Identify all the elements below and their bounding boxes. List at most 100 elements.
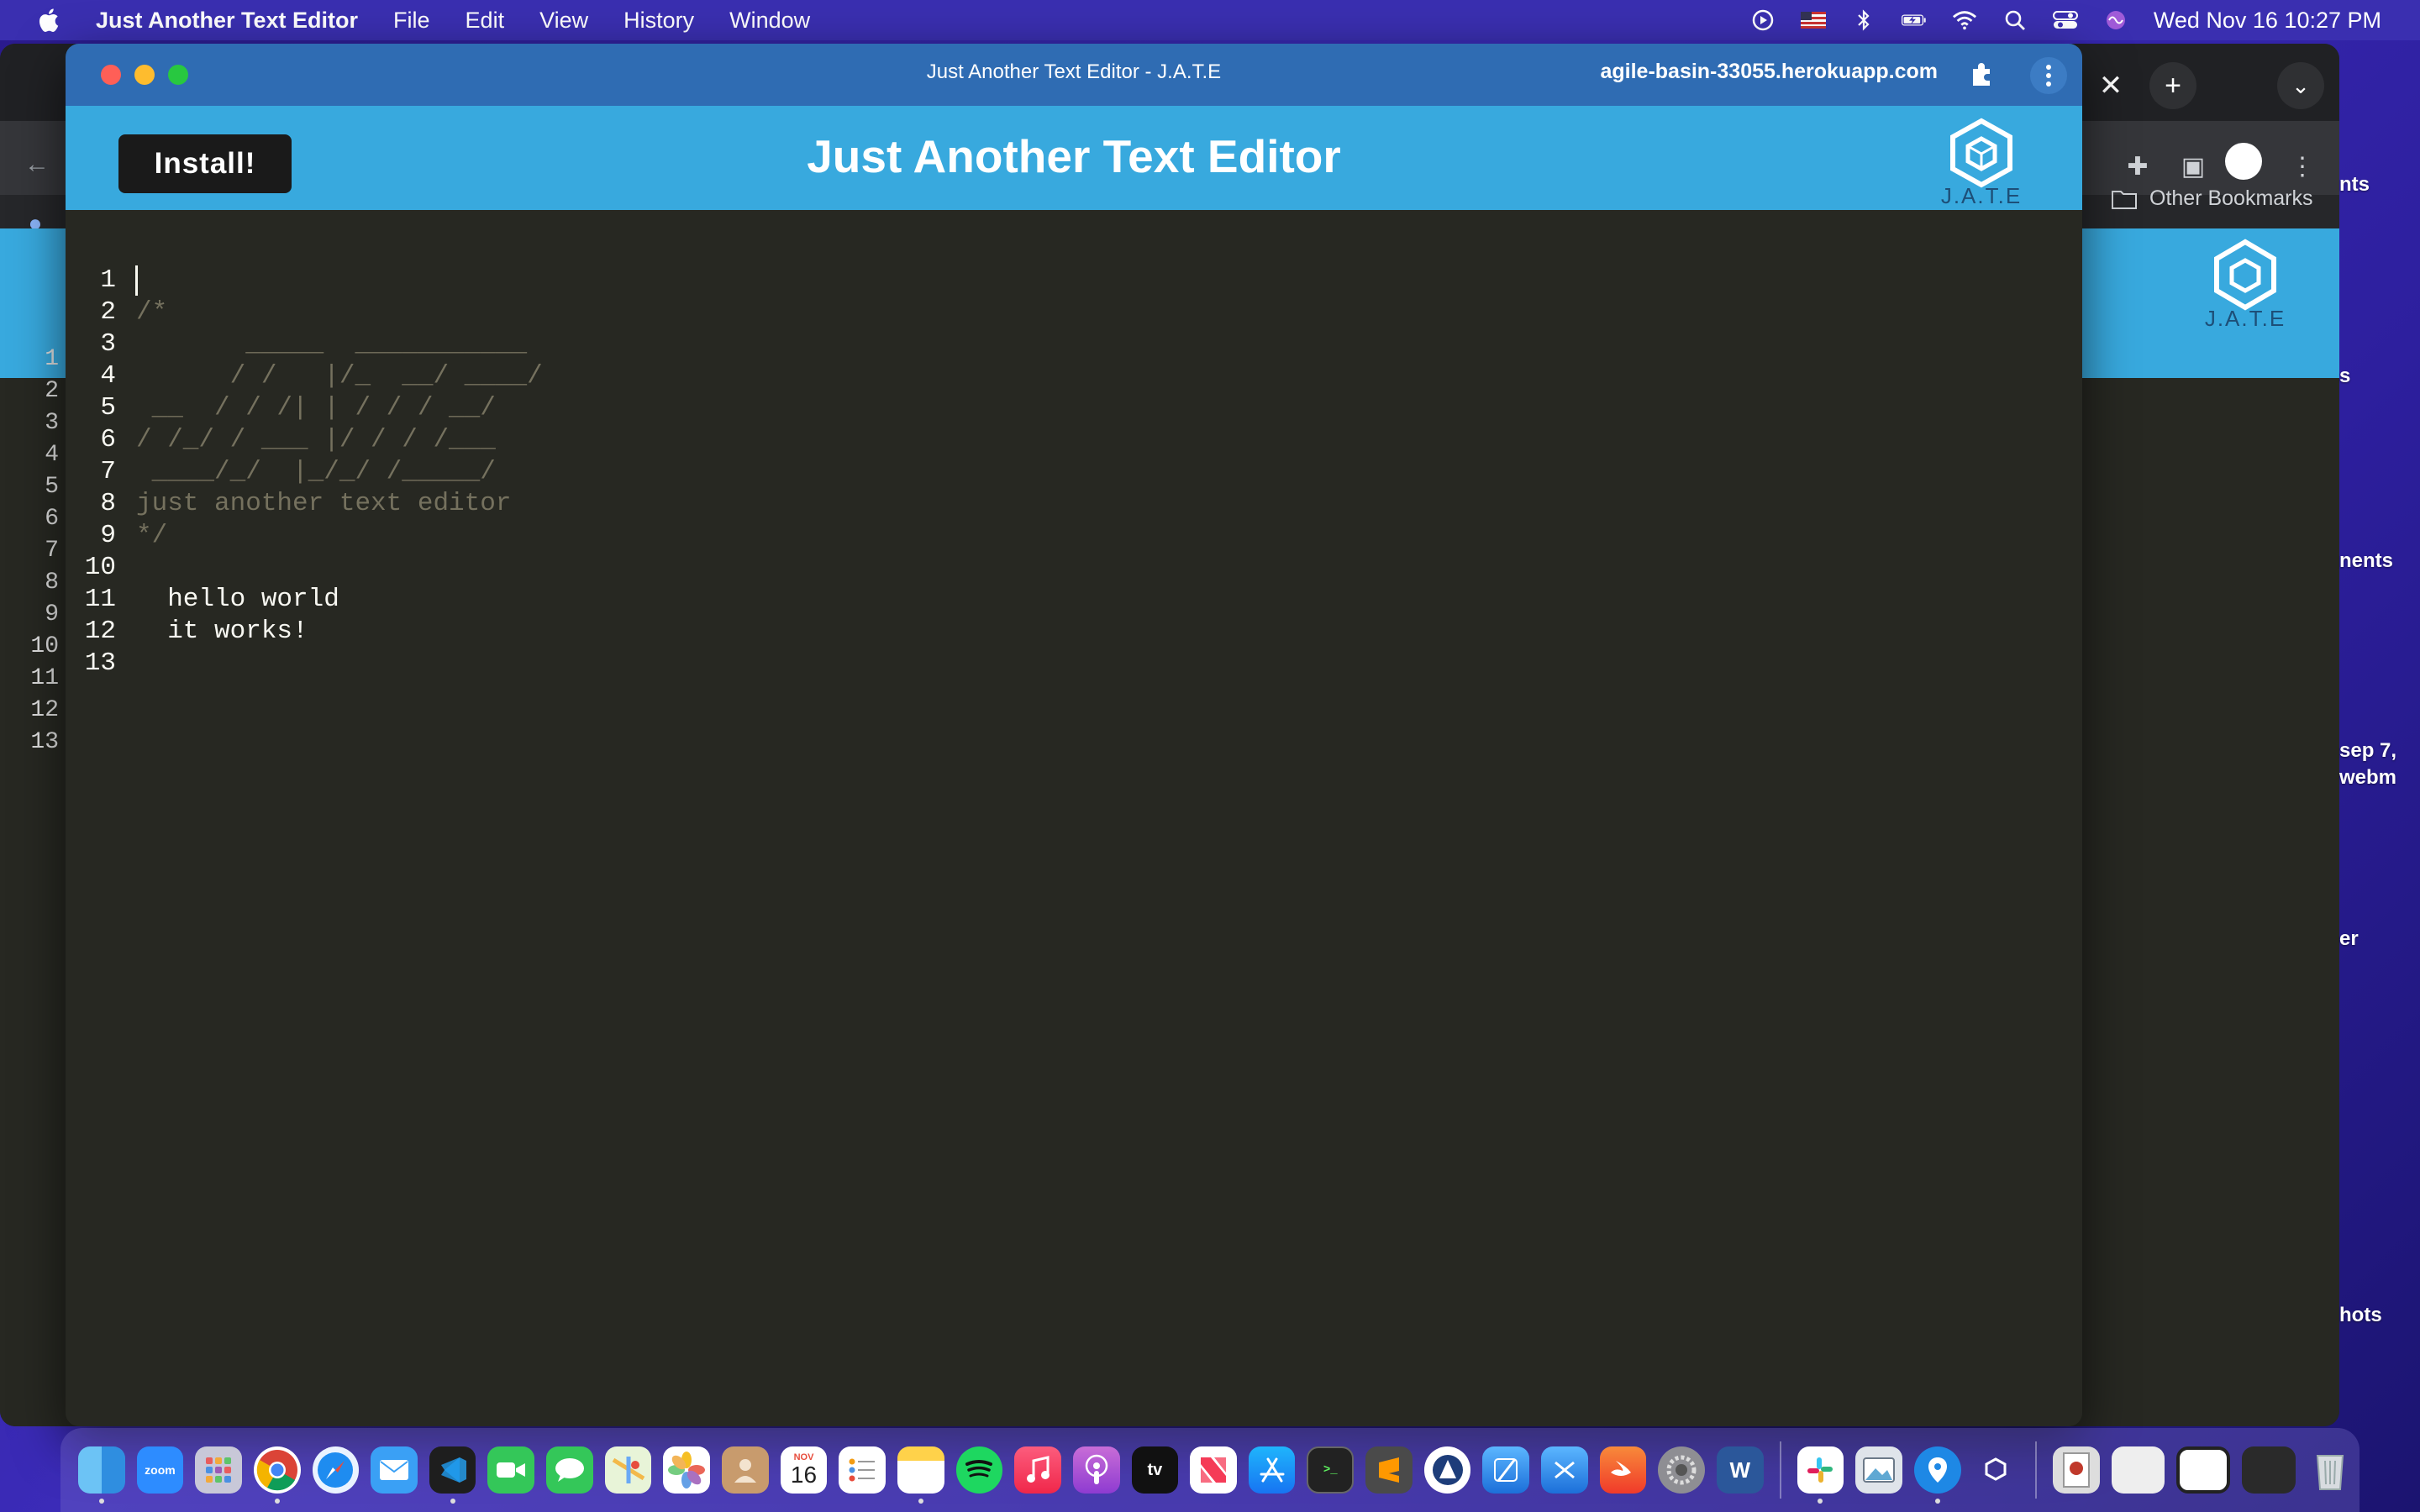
extensions-puzzle-icon[interactable] (1966, 59, 1996, 89)
wifi-icon[interactable] (1952, 10, 1977, 30)
code-line[interactable]: / / |/_ __/ ____/ (136, 361, 543, 391)
zoom-icon[interactable]: zoom (136, 1446, 184, 1494)
preview-icon[interactable] (1855, 1446, 1902, 1494)
code-line[interactable]: */ (136, 521, 167, 550)
screenshot-thumbnail-1[interactable] (2111, 1446, 2165, 1494)
notes-icon[interactable] (897, 1446, 944, 1504)
calendar-icon[interactable]: NOV 16 (780, 1446, 828, 1494)
safari-icon[interactable] (312, 1446, 360, 1494)
apple-logo-icon[interactable] (35, 7, 60, 34)
tab-list-chevron-icon[interactable]: ⌄ (2277, 62, 2324, 109)
desktop-icon-label[interactable]: hots (2339, 1304, 2382, 1327)
image-file-icon[interactable] (2053, 1446, 2100, 1494)
code-line[interactable]: ____/_/ |_/_/ /_____/ (136, 457, 496, 486)
swift-playgrounds-icon[interactable] (1599, 1446, 1647, 1494)
code-line[interactable]: it works! (136, 617, 308, 646)
dock-separator (1779, 1441, 1781, 1499)
code-line[interactable]: /* (136, 297, 167, 327)
code-line[interactable]: __ / / /| | / / / __/ (136, 393, 496, 423)
reminders-icon[interactable] (839, 1446, 886, 1494)
new-tab-icon[interactable]: + (2149, 62, 2196, 109)
bg-line-number: 1 (45, 346, 59, 372)
browser-menu-icon[interactable]: ⋮ (2279, 143, 2326, 190)
bg-line-number: 13 (30, 729, 59, 755)
launchpad-icon[interactable] (195, 1446, 242, 1494)
line-number: 6 (100, 425, 116, 454)
bg-line-number: 2 (45, 378, 59, 404)
menu-view[interactable]: View (539, 8, 588, 34)
close-tab-icon[interactable]: ✕ (2087, 62, 2134, 109)
desktop-icon-label[interactable]: nts (2339, 173, 2370, 197)
maps-icon[interactable] (604, 1446, 652, 1494)
photos-icon[interactable] (663, 1446, 711, 1494)
desktop-icon-label[interactable]: s (2339, 365, 2350, 388)
system-preferences-icon[interactable] (1658, 1446, 1705, 1494)
desktop-icon-label[interactable]: nents (2339, 549, 2393, 573)
facetime-icon[interactable] (487, 1446, 535, 1494)
extensions-puzzle-icon[interactable]: ✚ (2114, 143, 2161, 190)
chrome-icon[interactable] (253, 1446, 301, 1504)
word-icon[interactable]: W (1716, 1446, 1764, 1494)
podcasts-icon[interactable] (1072, 1446, 1120, 1494)
messages-icon[interactable] (546, 1446, 593, 1494)
finder-icon[interactable] (78, 1446, 125, 1504)
line-number: 7 (100, 457, 116, 486)
code-line[interactable]: / /_/ / ___ |/ / / /___ (136, 425, 496, 454)
code-line[interactable]: just another text editor (136, 489, 511, 518)
line-number: 5 (100, 393, 116, 423)
bg-line-number: 7 (45, 538, 59, 564)
code-line[interactable]: _____ ___________ (136, 329, 527, 359)
play-circle-icon[interactable] (1750, 9, 1776, 31)
workspace-icon[interactable] (1423, 1446, 1471, 1494)
control-center-icon[interactable] (2052, 10, 2078, 30)
slack-icon[interactable] (1797, 1446, 1844, 1504)
terminal-icon[interactable]: >_ (1307, 1446, 1355, 1494)
menu-history[interactable]: History (623, 8, 694, 34)
mail-icon[interactable] (371, 1446, 418, 1494)
siri-icon[interactable] (2103, 10, 2128, 30)
background-logo-text: J.A.T.E (2205, 306, 2286, 329)
location-pin-icon[interactable] (1913, 1446, 1961, 1504)
appletv-label: tv (1147, 1460, 1163, 1479)
sidebar-toggle-icon[interactable]: ▣ (2170, 143, 2217, 190)
bg-line-number: 3 (45, 410, 59, 436)
simulator-icon[interactable] (1541, 1446, 1588, 1494)
us-flag-icon[interactable] (1800, 10, 1826, 30)
app-menu-button[interactable] (2030, 57, 2067, 94)
menubar-clock[interactable]: Wed Nov 16 10:27 PM (2154, 8, 2381, 34)
xcode-icon[interactable] (1482, 1446, 1530, 1494)
vscode-icon[interactable] (429, 1446, 476, 1504)
news-icon[interactable] (1190, 1446, 1237, 1494)
desktop-icon-label[interactable]: webm (2339, 766, 2396, 790)
app-store-icon[interactable] (1248, 1446, 1296, 1494)
music-icon[interactable] (1014, 1446, 1061, 1494)
folder-icon (2112, 190, 2137, 209)
bluetooth-icon[interactable] (1851, 9, 1876, 31)
screenshot-thumbnail-3[interactable] (2241, 1446, 2296, 1494)
profile-avatar[interactable] (2225, 143, 2262, 180)
back-arrow-icon[interactable]: ← (13, 141, 60, 188)
contacts-icon[interactable] (722, 1446, 769, 1494)
desktop-icon-label[interactable]: sep 7, (2339, 739, 2396, 763)
battery-icon[interactable] (1901, 10, 1927, 30)
spotify-icon[interactable] (955, 1446, 1003, 1494)
menu-edit[interactable]: Edit (466, 8, 505, 34)
menu-file[interactable]: File (393, 8, 430, 34)
screenshot-thumbnail-2[interactable] (2176, 1446, 2230, 1494)
logo-text: J.A.T.E (1941, 183, 2022, 207)
other-bookmarks[interactable]: Other Bookmarks (2111, 186, 2313, 211)
trash-icon[interactable] (2307, 1446, 2354, 1494)
appletv-icon[interactable]: tv (1131, 1446, 1179, 1494)
line-number: 4 (100, 361, 116, 391)
sublime-text-icon[interactable] (1365, 1446, 1413, 1494)
jate-dock-icon[interactable] (1973, 1446, 2020, 1494)
app-url[interactable]: agile-basin-33055.herokuapp.com (1600, 60, 1938, 84)
menu-window[interactable]: Window (729, 8, 810, 34)
menubar-app-name[interactable]: Just Another Text Editor (96, 8, 358, 34)
code-editor[interactable]: 1 2 3 4 5 6 7 8 9 10 11 12 13 /* _____ _… (66, 210, 2082, 1426)
code-line[interactable]: hello world (136, 585, 339, 614)
line-number: 11 (84, 585, 116, 614)
other-bookmarks-label: Other Bookmarks (2149, 186, 2313, 210)
spotlight-search-icon[interactable] (2002, 10, 2028, 30)
desktop-icon-label[interactable]: er (2339, 927, 2359, 951)
